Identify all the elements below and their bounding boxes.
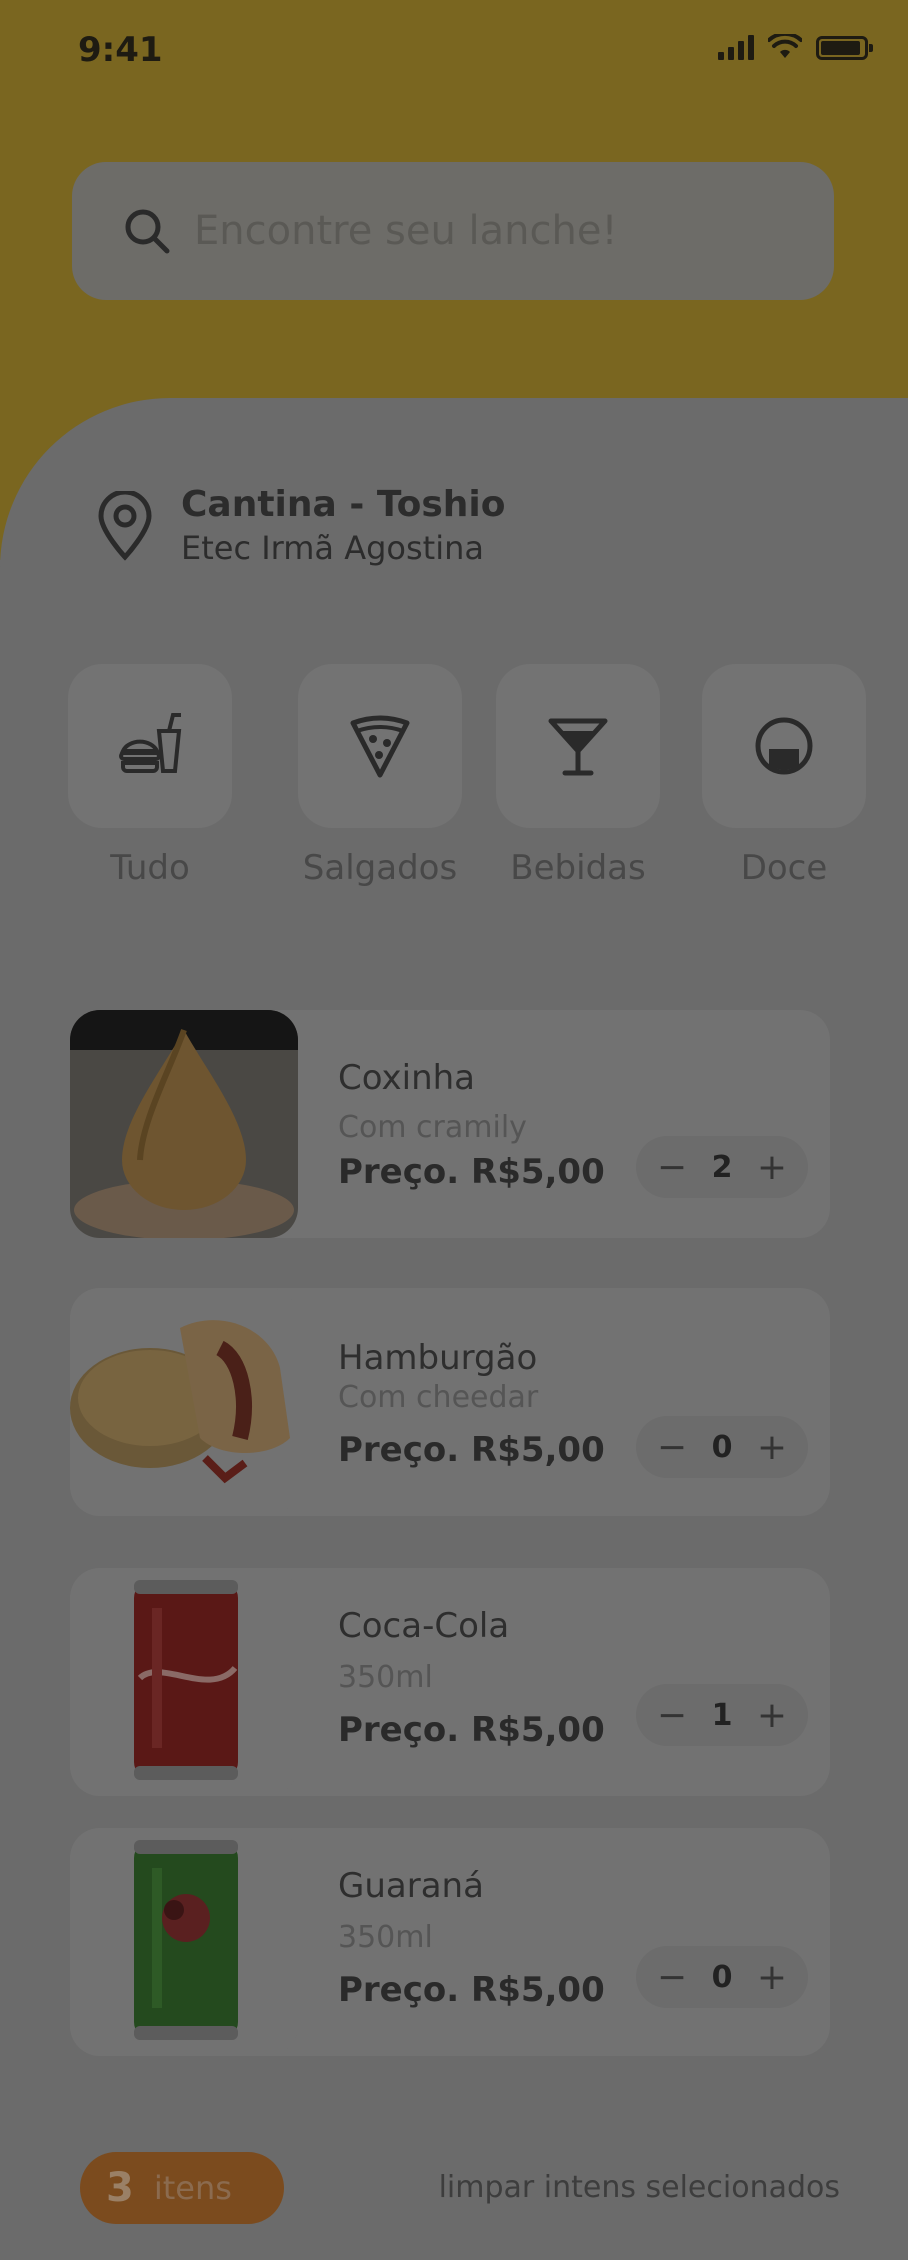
- hamburgao-image: [70, 1288, 298, 1516]
- category-label: Bebidas: [510, 848, 646, 888]
- quantity-value: 0: [711, 1959, 733, 1995]
- battery-icon: [816, 36, 873, 60]
- category-list: Tudo Salgados Bebidas Doce: [68, 664, 908, 904]
- cart-bar: 3 itens limpar intens selecionados: [80, 2152, 840, 2226]
- decrease-button[interactable]: −: [654, 1695, 690, 1736]
- quantity-value: 1: [711, 1697, 733, 1733]
- category-label: Salgados: [302, 848, 458, 888]
- guarana-image: [70, 1828, 298, 2056]
- product-price: Preço. R$5,00: [338, 1970, 605, 2010]
- increase-button[interactable]: +: [754, 1147, 790, 1188]
- increase-button[interactable]: +: [754, 1695, 790, 1736]
- quantity-stepper: − 2 +: [636, 1136, 808, 1198]
- product-price: Preço. R$5,00: [338, 1430, 605, 1470]
- product-name: Hamburgão: [338, 1338, 538, 1378]
- category-label: Doce: [740, 848, 828, 888]
- location-name: Cantina - Toshio: [181, 484, 506, 525]
- quantity-stepper: − 0 +: [636, 1946, 808, 2008]
- cake-icon: [755, 717, 813, 775]
- quantity-value: 0: [711, 1429, 733, 1465]
- cellular-signal-icon: [718, 34, 754, 60]
- pizza-slice-icon: [350, 715, 410, 778]
- search-bar[interactable]: [72, 162, 834, 300]
- increase-button[interactable]: +: [754, 1957, 790, 1998]
- status-bar: 9:41: [0, 0, 908, 100]
- category-bebidas[interactable]: Bebidas: [496, 664, 660, 888]
- cocktail-glass-icon: [548, 718, 608, 776]
- decrease-button[interactable]: −: [654, 1957, 690, 1998]
- product-description: 350ml: [338, 1660, 433, 1695]
- category-doce[interactable]: Doce: [702, 664, 866, 888]
- cart-count: 3: [106, 2165, 134, 2211]
- decrease-button[interactable]: −: [654, 1147, 690, 1188]
- product-description: Com cramily: [338, 1110, 527, 1145]
- category-tudo[interactable]: Tudo: [68, 664, 232, 888]
- product-name: Coca-Cola: [338, 1606, 510, 1646]
- product-card-coxinha[interactable]: Coxinha Com cramily Preço. R$5,00 − 2 +: [70, 1010, 830, 1238]
- product-price: Preço. R$5,00: [338, 1152, 605, 1192]
- clear-selection-link[interactable]: limpar intens selecionados: [439, 2170, 840, 2205]
- product-name: Guaraná: [338, 1866, 484, 1906]
- quantity-stepper: − 0 +: [636, 1416, 808, 1478]
- product-card-coca-cola[interactable]: Coca-Cola 350ml Preço. R$5,00 − 1 +: [70, 1568, 830, 1796]
- location-info: Cantina - Toshio Etec Irmã Agostina: [95, 484, 505, 567]
- quantity-value: 2: [711, 1149, 733, 1185]
- category-label: Tudo: [110, 848, 190, 888]
- status-time: 9:41: [78, 30, 163, 70]
- product-description: 350ml: [338, 1920, 433, 1955]
- search-icon: [125, 209, 170, 254]
- product-name: Coxinha: [338, 1058, 475, 1098]
- coca-cola-image: [70, 1568, 298, 1796]
- product-description: Com cheedar: [338, 1380, 539, 1415]
- product-card-hamburgao[interactable]: Hamburgão Com cheedar Preço. R$5,00 − 0 …: [70, 1288, 830, 1516]
- search-input[interactable]: [194, 208, 754, 254]
- increase-button[interactable]: +: [754, 1427, 790, 1468]
- wifi-icon: [768, 34, 802, 58]
- cart-items-button[interactable]: 3 itens: [80, 2152, 284, 2224]
- location-pin-icon: [98, 490, 152, 561]
- category-salgados[interactable]: Salgados: [298, 664, 462, 888]
- burger-drink-icon: [119, 713, 182, 773]
- product-card-guarana[interactable]: Guaraná 350ml Preço. R$5,00 − 0 +: [70, 1828, 830, 2056]
- product-price: Preço. R$5,00: [338, 1710, 605, 1750]
- decrease-button[interactable]: −: [654, 1427, 690, 1468]
- location-school: Etec Irmã Agostina: [181, 529, 484, 567]
- cart-items-label: itens: [153, 2169, 232, 2207]
- coxinha-image: [70, 1010, 298, 1238]
- quantity-stepper: − 1 +: [636, 1684, 808, 1746]
